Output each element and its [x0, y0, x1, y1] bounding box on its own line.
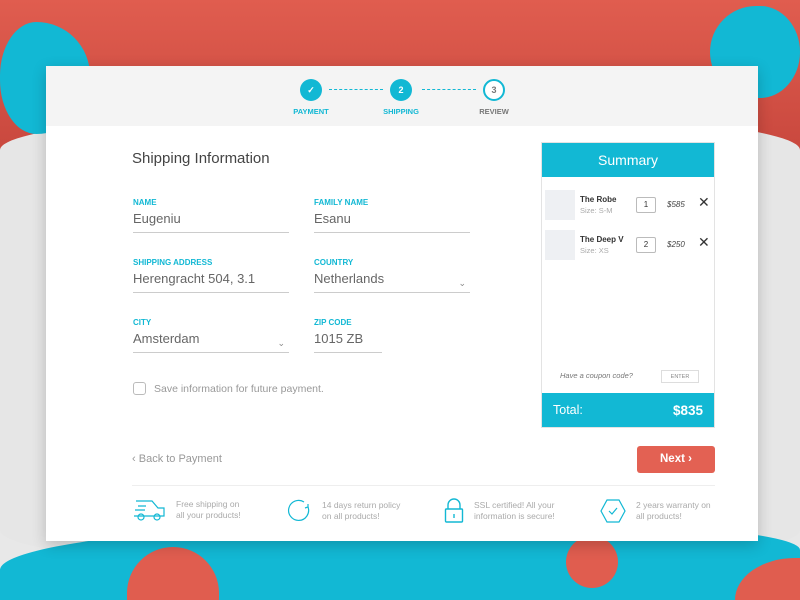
- address-field[interactable]: SHIPPING ADDRESS Herengracht 504, 3.1: [133, 258, 289, 293]
- name-field[interactable]: NAME Eugeniu: [133, 198, 289, 233]
- country-select[interactable]: COUNTRY Netherlands ⌄: [314, 258, 470, 293]
- feature-text: 2 years warranty on: [636, 500, 711, 510]
- field-label: NAME: [133, 198, 157, 207]
- quantity-input[interactable]: 2: [636, 237, 656, 253]
- feature-ssl: SSL certified! All your information is se…: [444, 498, 555, 524]
- field-value[interactable]: Amsterdam: [133, 331, 289, 346]
- city-select[interactable]: CITY Amsterdam ⌄: [133, 318, 289, 353]
- field-label: FAMILY NAME: [314, 198, 369, 207]
- checkbox-label: Save information for future payment.: [154, 382, 324, 395]
- step-label: PAYMENT: [293, 107, 329, 116]
- order-summary: Summary The Robe Size: S-M 1 $585 ✕ The …: [541, 142, 715, 428]
- step-label: SHIPPING: [383, 107, 419, 116]
- form-title: Shipping Information: [132, 150, 270, 167]
- step-label: REVIEW: [479, 107, 509, 116]
- shield-check-icon: [600, 499, 626, 523]
- coupon-enter-button[interactable]: ENTER: [661, 370, 699, 383]
- feature-text: all products!: [636, 511, 682, 521]
- zip-field[interactable]: ZIP CODE 1015 ZB: [314, 318, 382, 353]
- remove-item-icon[interactable]: ✕: [698, 234, 710, 251]
- field-value[interactable]: Netherlands: [314, 271, 470, 286]
- feature-text: 14 days return policy: [322, 500, 401, 510]
- product-price: $250: [667, 240, 685, 249]
- divider: [132, 485, 715, 486]
- feature-returns: 14 days return policy on all products!: [286, 498, 400, 524]
- decor-circle: [566, 536, 618, 588]
- field-value[interactable]: 1015 ZB: [314, 331, 382, 346]
- total-value: $835: [672, 402, 703, 418]
- step-shipping[interactable]: 2 SHIPPING: [371, 79, 431, 116]
- product-size: Size: S-M: [580, 206, 613, 215]
- product-size: Size: XS: [580, 246, 609, 255]
- product-image: [545, 190, 575, 220]
- checkbox[interactable]: [133, 382, 146, 395]
- product-name: The Robe: [580, 195, 617, 204]
- coupon-prompt: Have a coupon code?: [560, 371, 633, 380]
- field-label: COUNTRY: [314, 258, 354, 267]
- chevron-down-icon: ⌄: [277, 338, 285, 348]
- step-number: 2: [390, 79, 412, 101]
- field-label: SHIPPING ADDRESS: [133, 258, 213, 267]
- back-label: Back to Payment: [138, 453, 222, 465]
- next-button[interactable]: Next ›: [637, 446, 715, 473]
- field-label: ZIP CODE: [314, 318, 352, 327]
- check-icon: ✓: [300, 79, 322, 101]
- chevron-right-icon: ›: [688, 453, 692, 465]
- summary-title: Summary: [542, 143, 714, 177]
- feature-text: information is secure!: [474, 511, 555, 521]
- field-value[interactable]: Eugeniu: [133, 211, 289, 226]
- cart-item: The Robe Size: S-M 1 $585 ✕: [545, 190, 713, 222]
- chevron-left-icon: ‹: [132, 453, 139, 465]
- next-label: Next: [660, 453, 685, 465]
- step-review[interactable]: 3 REVIEW: [464, 79, 524, 116]
- cart-item: The Deep V Size: XS 2 $250 ✕: [545, 230, 713, 262]
- product-image: [545, 230, 575, 260]
- quantity-input[interactable]: 1: [636, 197, 656, 213]
- feature-text: on all products!: [322, 511, 380, 521]
- chevron-down-icon: ⌄: [458, 278, 466, 288]
- remove-item-icon[interactable]: ✕: [698, 194, 710, 211]
- lock-icon: [444, 498, 464, 523]
- back-button[interactable]: ‹ Back to Payment: [132, 453, 222, 465]
- product-price: $585: [667, 200, 685, 209]
- product-name: The Deep V: [580, 235, 624, 244]
- feature-warranty: 2 years warranty on all products!: [600, 498, 711, 524]
- total-label: Total:: [553, 403, 583, 417]
- truck-icon: [134, 500, 165, 521]
- field-value[interactable]: Herengracht 504, 3.1: [133, 271, 289, 286]
- step-payment[interactable]: ✓ PAYMENT: [281, 79, 341, 116]
- step-number: 3: [483, 79, 505, 101]
- feature-text: Free shipping on: [176, 499, 240, 509]
- total-bar: Total: $835: [542, 393, 714, 427]
- family-name-field[interactable]: FAMILY NAME Esanu: [314, 198, 470, 233]
- feature-text: SSL certified! All your: [474, 500, 555, 510]
- feature-shipping: Free shipping on all your products!: [132, 498, 241, 522]
- field-label: CITY: [133, 318, 152, 327]
- return-icon: [288, 499, 310, 521]
- progress-stepper: ✓ PAYMENT 2 SHIPPING 3 REVIEW: [46, 66, 758, 126]
- checkout-card: ✓ PAYMENT 2 SHIPPING 3 REVIEW Shipping Info…: [46, 66, 758, 541]
- feature-text: all your products!: [176, 510, 241, 520]
- save-info-checkbox[interactable]: Save information for future payment.: [133, 382, 324, 395]
- field-value[interactable]: Esanu: [314, 211, 470, 226]
